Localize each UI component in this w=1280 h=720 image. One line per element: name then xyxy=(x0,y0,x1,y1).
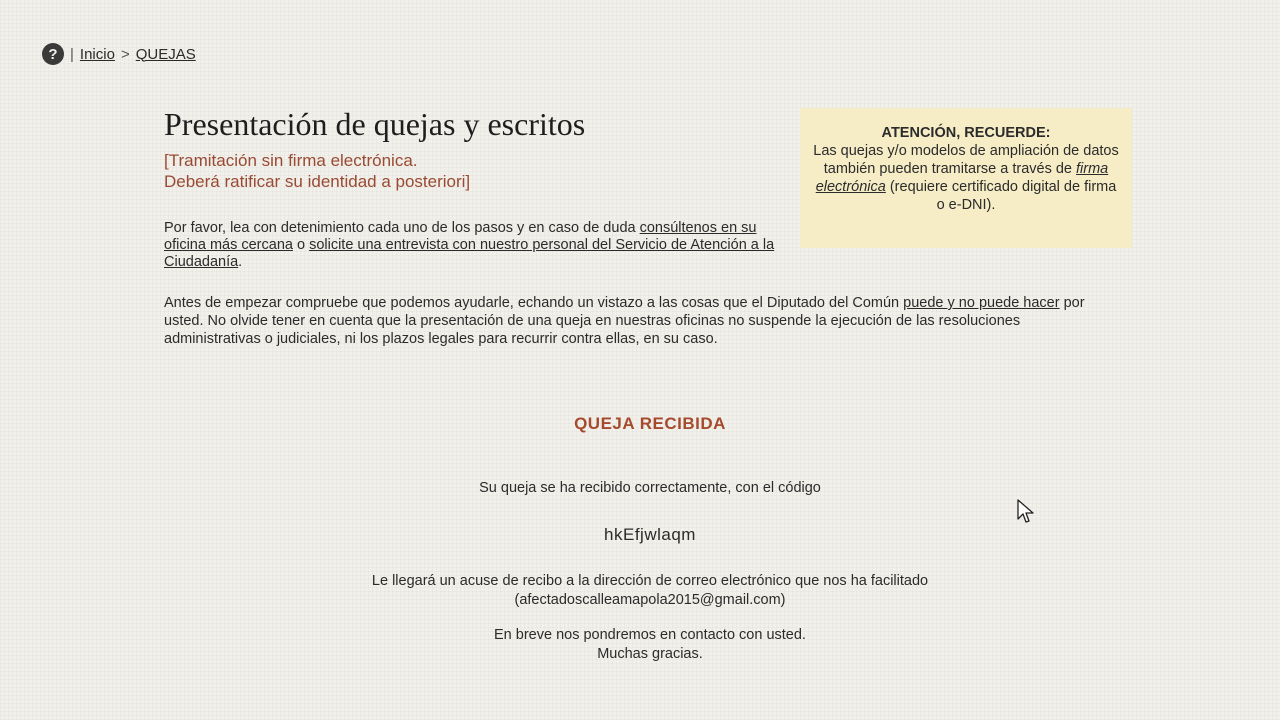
breadcrumb-bar: | xyxy=(70,45,74,63)
scope-paragraph: Antes de empezar compruebe que podemos a… xyxy=(164,294,1104,348)
complaint-code: hkEfjwlaqm xyxy=(604,525,696,544)
intro-text-2: o xyxy=(292,237,310,253)
breadcrumb-current-link[interactable]: QUEJAS xyxy=(136,46,196,63)
subtitle-line-2: Deberá ratificar su identidad a posterio… xyxy=(164,172,471,191)
thanks-message: Muchas gracias. xyxy=(597,646,703,662)
breadcrumb-separator: > xyxy=(120,45,130,63)
notice-title: ATENCIÓN, RECUERDE: xyxy=(881,125,1051,141)
page-title: Presentación de quejas y escritos xyxy=(164,106,586,142)
intro-text-3: . xyxy=(238,254,243,270)
mouse-cursor-icon xyxy=(1017,499,1034,523)
notice-text-1: Las quejas y/o modelos de ampliación de … xyxy=(813,143,1119,177)
email-message: Le llegará un acuse de recibo a la direc… xyxy=(371,573,929,589)
page-subtitle: [Tramitación sin firma electrónica. Debe… xyxy=(164,150,470,192)
received-message: Su queja se ha recibido correctamente, c… xyxy=(479,480,821,496)
breadcrumb-home-link[interactable]: Inicio xyxy=(80,46,115,63)
can-cannot-do-link[interactable]: puede y no puede hacer xyxy=(903,295,1059,311)
contact-message: En breve nos pondremos en contacto con u… xyxy=(494,627,806,643)
notice-text-2: (requiere certificado digital de firma o… xyxy=(885,179,1117,213)
help-icon[interactable]: ? xyxy=(42,43,64,65)
intro-paragraph: Por favor, lea con detenimiento cada uno… xyxy=(164,220,794,271)
breadcrumb: ? | Inicio > QUEJAS xyxy=(42,43,196,65)
subtitle-line-1: [Tramitación sin firma electrónica. xyxy=(164,151,418,170)
notice-box: ATENCIÓN, RECUERDE: Las quejas y/o model… xyxy=(800,108,1132,248)
scope-text-1: Antes de empezar compruebe que podemos a… xyxy=(164,295,904,311)
email-address: (afectadoscalleamapola2015@gmail.com) xyxy=(514,592,786,608)
confirmation-title: QUEJA RECIBIDA xyxy=(574,414,726,433)
intro-text-1: Por favor, lea con detenimiento cada uno… xyxy=(164,220,640,236)
